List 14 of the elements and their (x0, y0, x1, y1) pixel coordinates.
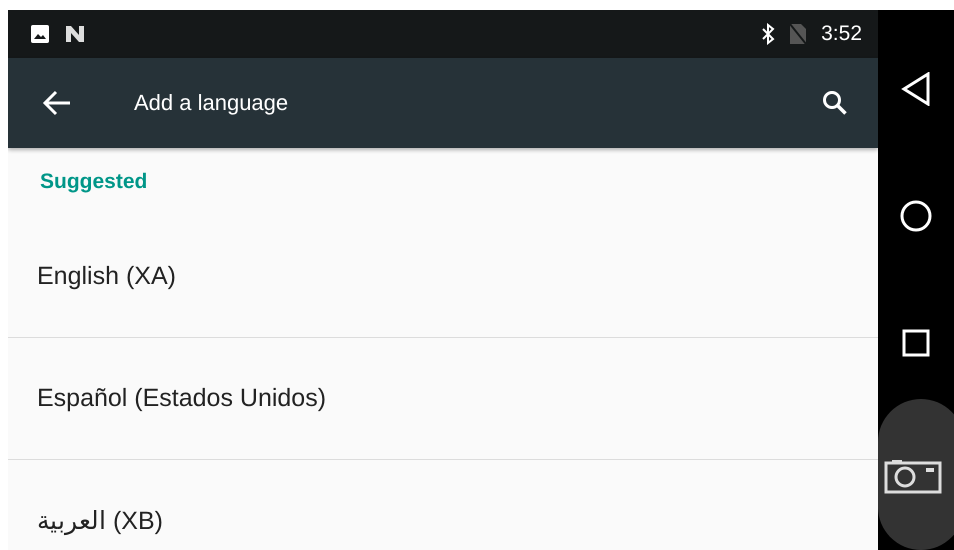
home-nav-button[interactable] (900, 200, 932, 232)
no-sim-icon (789, 23, 808, 45)
section-header: Suggested (39, 169, 148, 195)
clock-time: 3:52 (821, 22, 862, 46)
camera-button[interactable] (878, 399, 954, 550)
back-button[interactable] (42, 89, 72, 117)
n-icon (64, 24, 86, 44)
back-nav-button[interactable] (901, 72, 931, 106)
bluetooth-icon (761, 23, 776, 45)
toolbar-title: Add a language (134, 90, 290, 116)
language-item[interactable]: العربية (XB) (8, 460, 878, 550)
recents-nav-button[interactable] (902, 329, 930, 357)
image-icon (30, 24, 50, 44)
search-button[interactable] (822, 90, 848, 116)
